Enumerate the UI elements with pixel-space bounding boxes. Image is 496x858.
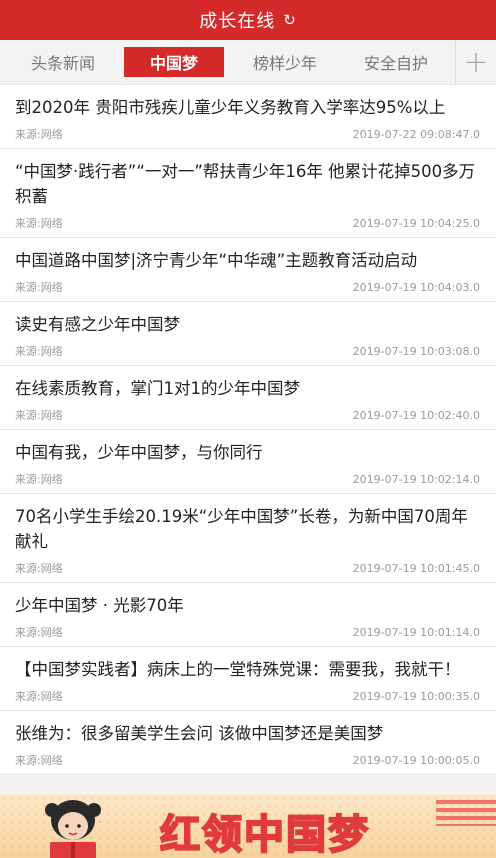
list-item[interactable]: 70名小学生手绘20.19米“少年中国梦”长卷，为新中国70周年献礼来源:网络 2… [0,494,496,583]
article-timestamp: 2019-07-19 10:04:25.0 [352,216,480,230]
list-item[interactable]: “中国梦·践行者”“一对一”帮扶青少年16年 他累计花掉500多万积蓄 来源:网络… [0,149,496,238]
reading-girl-illustration [45,800,101,858]
article-meta: 来源:网络 2019-07-19 10:01:45.0 [15,554,482,582]
article-meta: 来源:网络 2019-07-19 10:03:08.0 [15,337,482,365]
article-source: 来源:网络 [15,690,63,703]
article-timestamp: 2019-07-19 10:00:05.0 [352,753,480,767]
article-timestamp: 2019-07-19 10:01:45.0 [352,561,480,575]
article-meta: 来源:网络 2019-07-19 10:00:35.0 [15,682,482,710]
article-meta: 来源:网络 2019-07-19 10:00:05.0 [15,746,482,774]
promo-banner[interactable]: 红领中国梦 [0,794,496,858]
article-title[interactable]: 中国有我，少年中国梦，与你同行 [15,430,482,465]
article-source: 来源:网络 [15,626,63,639]
article-list: 到2020年 贵阳市残疾儿童少年义务教育入学率达95%以上来源:网络 2019-0… [0,85,496,775]
article-timestamp: 2019-07-22 09:08:47.0 [352,127,480,141]
article-title[interactable]: “中国梦·践行者”“一对一”帮扶青少年16年 他累计花掉500多万积蓄 [15,149,482,209]
list-item[interactable]: 张维为：很多留美学生会问 该做中国梦还是美国梦来源:网络 2019-07-19 1… [0,711,496,775]
article-timestamp: 2019-07-19 10:01:14.0 [352,625,480,639]
article-meta: 来源:网络 2019-07-19 10:04:03.0 [15,273,482,301]
article-source: 来源:网络 [15,345,63,358]
app-header: 成长在线 ↻ [0,0,496,40]
article-title[interactable]: 中国道路中国梦|济宁青少年“中华魂”主题教育活动启动 [15,238,482,273]
list-item[interactable]: 【中国梦实践者】病床上的一堂特殊党课：需要我，我就干！ 来源:网络 2019-07-… [0,647,496,711]
list-item[interactable]: 到2020年 贵阳市残疾儿童少年义务教育入学率达95%以上来源:网络 2019-0… [0,85,496,149]
list-item[interactable]: 中国道路中国梦|济宁青少年“中华魂”主题教育活动启动来源:网络 2019-07-1… [0,238,496,302]
article-source: 来源:网络 [15,754,63,767]
banner-slogan: 红领中国梦 [159,811,370,858]
tab-china-dream[interactable]: 中国梦 [124,47,224,77]
banner-stripe [436,800,496,826]
article-title[interactable]: 到2020年 贵阳市残疾儿童少年义务教育入学率达95%以上 [15,85,482,120]
tab-role-models[interactable]: 榜样少年 [235,47,335,77]
article-title[interactable]: 【中国梦实践者】病床上的一堂特殊党课：需要我，我就干！ [15,647,482,682]
tab-safety[interactable]: 安全自护 [346,47,446,77]
article-timestamp: 2019-07-19 10:00:35.0 [352,689,480,703]
list-item[interactable]: 少年中国梦 · 光影70年来源:网络 2019-07-19 10:01:14.0 [0,583,496,647]
article-timestamp: 2019-07-19 10:02:14.0 [352,472,480,486]
article-meta: 来源:网络 2019-07-19 10:02:40.0 [15,401,482,429]
list-item[interactable]: 读史有感之少年中国梦来源:网络 2019-07-19 10:03:08.0 [0,302,496,366]
list-item[interactable]: 中国有我，少年中国梦，与你同行来源:网络 2019-07-19 10:02:14.… [0,430,496,494]
article-timestamp: 2019-07-19 10:03:08.0 [352,344,480,358]
article-meta: 来源:网络 2019-07-19 10:02:14.0 [15,465,482,493]
article-source: 来源:网络 [15,409,63,422]
article-title[interactable]: 少年中国梦 · 光影70年 [15,583,482,618]
article-meta: 来源:网络 2019-07-19 10:04:25.0 [15,209,482,237]
list-item[interactable]: 在线素质教育，掌门1对1的少年中国梦来源:网络 2019-07-19 10:02:… [0,366,496,430]
article-title[interactable]: 在线素质教育，掌门1对1的少年中国梦 [15,366,482,401]
article-title[interactable]: 70名小学生手绘20.19米“少年中国梦”长卷，为新中国70周年献礼 [15,494,482,554]
article-source: 来源:网络 [15,473,63,486]
add-tab-icon[interactable]: + [455,40,496,84]
article-meta: 来源:网络 2019-07-22 09:08:47.0 [15,120,482,148]
article-source: 来源:网络 [15,562,63,575]
article-timestamp: 2019-07-19 10:02:40.0 [352,408,480,422]
category-tabs: 头条新闻 中国梦 榜样少年 安全自护 + [0,40,496,85]
article-source: 来源:网络 [15,217,63,230]
page-title: 成长在线 [199,11,276,32]
tab-headlines[interactable]: 头条新闻 [13,47,113,77]
article-title[interactable]: 读史有感之少年中国梦 [15,302,482,337]
article-timestamp: 2019-07-19 10:04:03.0 [352,280,480,294]
article-source: 来源:网络 [15,281,63,294]
article-source: 来源:网络 [15,128,63,141]
refresh-icon[interactable]: ↻ [283,11,297,29]
article-title[interactable]: 张维为：很多留美学生会问 该做中国梦还是美国梦 [15,711,482,746]
article-meta: 来源:网络 2019-07-19 10:01:14.0 [15,618,482,646]
